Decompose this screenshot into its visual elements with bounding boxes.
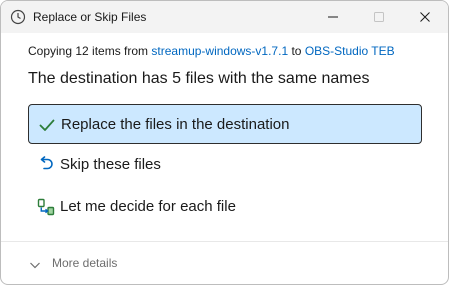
compare-files-icon [37,198,55,216]
close-icon [420,12,430,22]
copy-prefix: Copying 12 items from [28,44,152,58]
more-details-label: More details [52,256,118,270]
skip-files-option[interactable]: Skip these files [28,145,422,185]
footer-divider [1,241,448,242]
minimize-icon [328,16,338,18]
chevron-down-icon [29,258,41,276]
close-button[interactable] [402,1,448,33]
maximize-button[interactable] [356,1,402,33]
decide-each-file-option[interactable]: Let me decide for each file [28,187,422,227]
title-bar[interactable]: Replace or Skip Files [1,1,448,33]
conflict-headline: The destination has 5 files with the sam… [28,70,370,87]
decide-each-file-label: Let me decide for each file [60,198,236,215]
destination-folder-link[interactable]: OBS-Studio TEB [305,44,395,58]
window-title: Replace or Skip Files [33,10,147,24]
maximize-icon [374,12,384,22]
minimize-button[interactable] [310,1,356,33]
checkmark-icon [38,116,56,134]
source-folder-link[interactable]: streamup-windows-v1.7.1 [151,44,288,58]
replace-skip-dialog: Replace or Skip Files Copying 12 items f… [0,0,449,285]
skip-arrow-icon [37,156,55,174]
replace-files-option[interactable]: Replace the files in the destination [28,104,422,144]
replace-files-label: Replace the files in the destination [61,116,290,133]
copy-middle: to [288,44,305,58]
clock-icon [10,9,26,25]
skip-files-label: Skip these files [60,156,161,173]
copy-info: Copying 12 items from streamup-windows-v… [28,44,395,58]
